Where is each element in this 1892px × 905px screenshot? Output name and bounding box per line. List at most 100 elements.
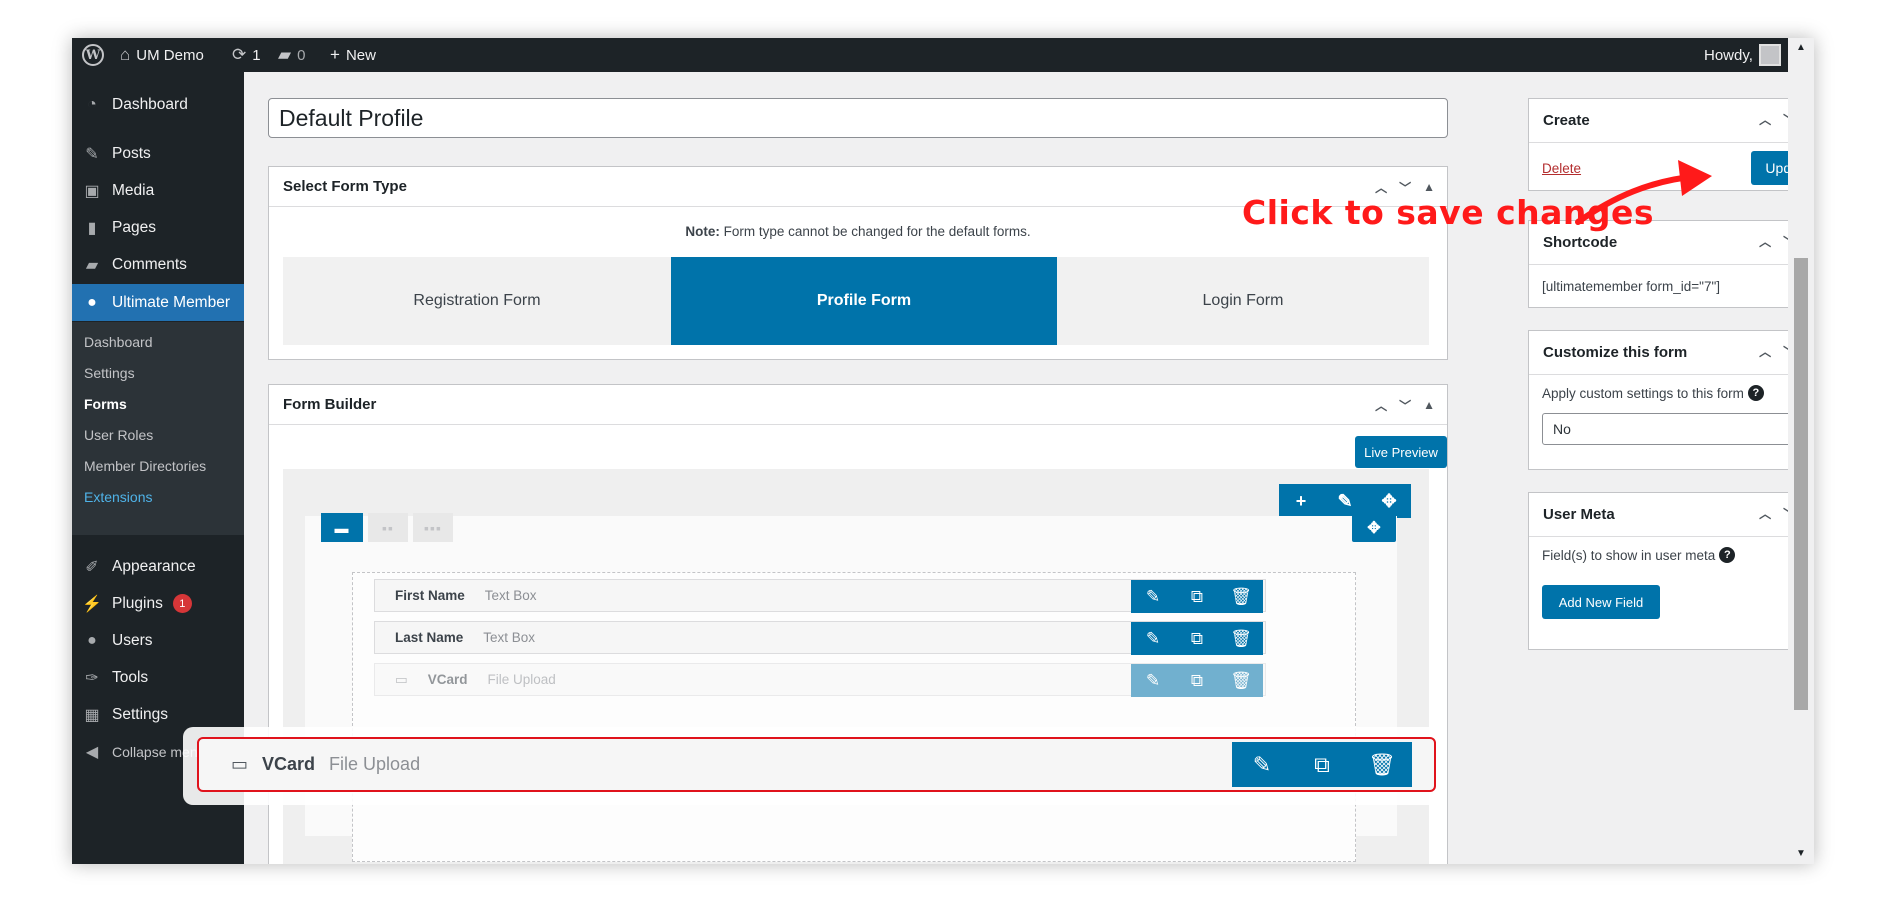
add-new-field-button[interactable]: Add New Field [1542, 585, 1660, 619]
submenu-item-extensions[interactable]: Extensions [84, 489, 152, 505]
site-name-link[interactable]: ⌂ UM Demo [120, 38, 204, 72]
user-meta-label-row: Field(s) to show in user meta ? [1542, 547, 1736, 563]
duplicate-field-button[interactable]: ⧉ [1175, 580, 1219, 613]
field-type: Text Box [484, 588, 537, 603]
layout-two-column-button[interactable]: ▪▪ [368, 513, 408, 542]
delete-field-button[interactable]: 🗑 [1219, 580, 1263, 613]
delete-field-button[interactable]: 🗑 [1352, 742, 1412, 787]
shortcode-box: Shortcode ︿ ﹀ ▲ [ultimatemember form_id=… [1528, 220, 1814, 308]
field-name: VCard [262, 754, 316, 774]
move-column-button[interactable]: ✥ [1352, 513, 1396, 542]
edit-field-button[interactable]: ✎ [1232, 742, 1292, 787]
box-title: Shortcode [1543, 234, 1618, 251]
trash-icon: 🗑 [1230, 628, 1252, 648]
field-row-last-name[interactable]: Last Name Text Box ✎ ⧉ 🗑 [374, 621, 1266, 655]
box-title: Create [1543, 112, 1590, 129]
edit-field-button[interactable]: ✎ [1131, 664, 1175, 697]
submenu-item-member-directories[interactable]: Member Directories [84, 458, 206, 474]
pages-icon: ▮ [87, 219, 97, 237]
delete-field-button[interactable]: 🗑 [1219, 664, 1263, 697]
sidebar-item-comments[interactable]: ▰ Comments [72, 246, 244, 283]
home-icon: ⌂ [120, 45, 131, 64]
sidebar-item-label: Tools [112, 668, 149, 686]
layout-three-column-button[interactable]: ▪▪▪ [413, 513, 453, 542]
refresh-icon: ⟳ [232, 45, 247, 64]
sidebar-item-dashboard[interactable]: ◔ Dashboard [72, 86, 244, 123]
wrench-icon: ✑ [85, 669, 99, 687]
move-up-icon[interactable]: ︿ [1759, 233, 1771, 250]
field-name: Last Name [395, 630, 464, 645]
toggle-panel-icon[interactable]: ▲ [1423, 180, 1435, 194]
duplicate-icon: ⧉ [1314, 751, 1330, 777]
new-label: New [345, 46, 376, 64]
sidebar-item-appearance[interactable]: ✐ Appearance [72, 548, 244, 585]
plugins-update-badge: 1 [172, 594, 192, 613]
pencil-icon: ✎ [1337, 490, 1353, 511]
sidebar-item-plugins[interactable]: ⚡ Plugins 1 [72, 585, 244, 622]
field-type: Text Box [483, 630, 536, 645]
scroll-up-arrow-icon[interactable]: ▲ [1796, 42, 1806, 53]
submenu-item-dashboard[interactable]: Dashboard [84, 334, 153, 350]
duplicate-field-button[interactable]: ⧉ [1175, 664, 1219, 697]
custom-settings-select[interactable]: No ⌄ [1542, 413, 1814, 445]
move-up-icon[interactable]: ︿ [1759, 343, 1771, 360]
sidebar-item-tools[interactable]: ✑ Tools [72, 659, 244, 696]
sidebar-item-pages[interactable]: ▮ Pages [72, 209, 244, 246]
tab-registration-form[interactable]: Registration Form [283, 257, 671, 345]
submenu-item-user-roles[interactable]: User Roles [84, 427, 153, 443]
field-row-vcard-placeholder[interactable]: ▭ VCard File Upload ✎ ⧉ 🗑 [374, 663, 1266, 697]
add-row-button[interactable]: + [1279, 484, 1323, 518]
sidebar-item-media[interactable]: ▣ Media [72, 172, 244, 209]
sidebar-item-users[interactable]: ● Users [72, 622, 244, 659]
wordpress-logo-icon: W [82, 44, 104, 66]
sidebar-item-ultimate-member[interactable]: ● Ultimate Member [72, 284, 244, 321]
scrollbar-thumb[interactable] [1794, 258, 1808, 710]
delete-link[interactable]: Delete [1542, 161, 1581, 176]
sidebar-item-label: Users [112, 631, 153, 649]
user-meta-heading: User Meta ︿ ﹀ ▲ [1529, 493, 1814, 537]
sidebar-item-label: Pages [112, 218, 156, 236]
media-icon: ▣ [84, 182, 100, 200]
sidebar-item-label: Dashboard [112, 95, 188, 113]
move-down-icon[interactable]: ﹀ [1399, 397, 1411, 414]
page-scrollbar[interactable]: ▲ ▼ [1788, 38, 1814, 864]
duplicate-field-button[interactable]: ⧉ [1292, 742, 1352, 787]
edit-field-button[interactable]: ✎ [1131, 622, 1175, 655]
field-row-first-name[interactable]: First Name Text Box ✎ ⧉ 🗑 [374, 579, 1266, 613]
user-meta-box: User Meta ︿ ﹀ ▲ Field(s) to show in user… [1528, 492, 1814, 650]
annotation-callout: Click to save changes [1242, 193, 1655, 232]
one-column-icon: ▬ [334, 519, 350, 536]
box-title: Select Form Type [283, 178, 407, 195]
layout-one-column-button[interactable]: ▬ [321, 513, 363, 542]
updates-count: 1 [252, 46, 261, 64]
wordpress-logo-button[interactable]: W [82, 38, 104, 72]
my-account-link[interactable]: Howdy, [1704, 38, 1781, 72]
move-up-icon[interactable]: ︿ [1759, 505, 1771, 522]
toggle-panel-icon[interactable]: ▲ [1423, 398, 1435, 412]
field-name: First Name [395, 588, 465, 603]
edit-field-button[interactable]: ✎ [1131, 580, 1175, 613]
live-preview-button[interactable]: Live Preview [1355, 436, 1447, 468]
move-up-icon[interactable]: ︿ [1759, 111, 1771, 128]
submenu-item-forms[interactable]: Forms [84, 396, 127, 412]
help-icon[interactable]: ? [1747, 385, 1764, 401]
customize-form-box: Customize this form ︿ ﹀ ▲ Apply custom s… [1528, 330, 1814, 470]
sidebar-item-label: Ultimate Member [112, 293, 230, 311]
duplicate-icon: ⧉ [1190, 670, 1204, 690]
new-content-link[interactable]: + New [330, 38, 376, 72]
delete-field-button[interactable]: 🗑 [1219, 622, 1263, 655]
comments-link[interactable]: ▰ 0 [278, 38, 305, 72]
move-up-icon[interactable]: ︿ [1375, 397, 1387, 414]
updates-link[interactable]: ⟳ 1 [232, 38, 261, 72]
sidebar-item-label: Media [112, 181, 155, 199]
submenu-item-settings[interactable]: Settings [84, 365, 135, 381]
help-icon[interactable]: ? [1719, 547, 1736, 563]
paintbrush-icon: ✐ [85, 558, 99, 576]
duplicate-field-button[interactable]: ⧉ [1175, 622, 1219, 655]
tab-profile-form[interactable]: Profile Form [671, 257, 1057, 345]
dragged-field-row[interactable]: ▭ VCard File Upload ✎ ⧉ 🗑 [197, 737, 1436, 792]
scroll-down-arrow-icon[interactable]: ▼ [1796, 848, 1806, 859]
tab-login-form[interactable]: Login Form [1057, 257, 1429, 345]
form-title-input[interactable]: Default Profile [268, 98, 1448, 138]
sidebar-item-posts[interactable]: ✎ Posts [72, 135, 244, 172]
